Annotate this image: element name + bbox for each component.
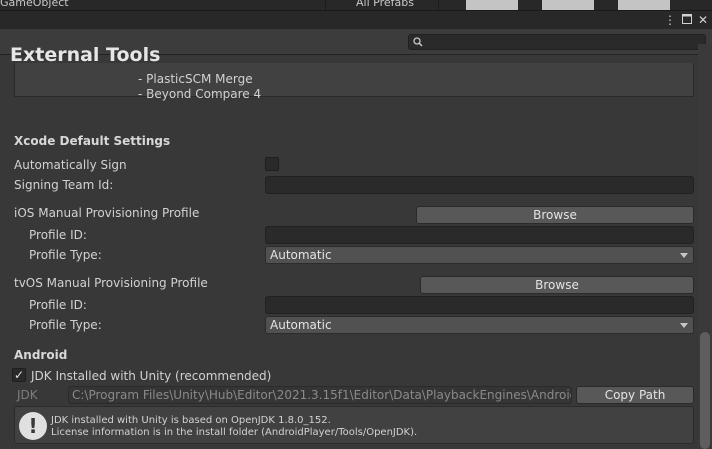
tvos-profile-type-label: Profile Type: [29, 318, 102, 332]
signing-team-field[interactable] [265, 176, 694, 194]
auto-sign-checkbox[interactable] [265, 157, 279, 171]
vertical-scrollbar[interactable] [698, 44, 712, 449]
ios-browse-button[interactable]: Browse [416, 206, 694, 224]
ios-profile-id-field[interactable] [265, 226, 694, 244]
jdk-installed-checkbox[interactable]: ✓ [12, 368, 26, 382]
tvos-profile-id-label: Profile ID: [29, 298, 87, 312]
chevron-down-icon [680, 323, 688, 328]
ios-profile-type-value: Automatic [270, 248, 332, 262]
list-item: - Beyond Compare 4 [138, 87, 262, 101]
chevron-down-icon [680, 253, 688, 258]
background-object-label: GameObject [0, 0, 69, 9]
ios-profile-title: iOS Manual Provisioning Profile [14, 206, 200, 220]
jdk-info-helpbox: ! JDK installed with Unity is based on O… [14, 406, 694, 444]
list-item: - PlasticSCM Merge [138, 72, 253, 86]
tvos-profile-type-dropdown[interactable]: Automatic [265, 316, 694, 334]
ios-profile-id-label: Profile ID: [29, 228, 87, 242]
copy-path-button[interactable]: Copy Path [576, 386, 694, 404]
diff-tools-list: - PlasticSCM Merge - Beyond Compare 4 [14, 63, 694, 101]
background-prefabs-label: All Prefabs [356, 0, 414, 9]
xcode-section-title: Xcode Default Settings [14, 134, 171, 148]
jdk-installed-label: JDK Installed with Unity (recommended) [31, 369, 272, 383]
tvos-profile-id-field[interactable] [265, 296, 694, 314]
help-line-1: JDK installed with Unity is based on Ope… [51, 415, 331, 426]
search-icon [413, 37, 423, 47]
close-icon[interactable]: ✕ [698, 12, 708, 28]
jdk-path-field: C:\Program Files\Unity\Hub\Editor\2021.3… [68, 386, 572, 404]
jdk-label: JDK [17, 388, 38, 402]
signing-team-label: Signing Team Id: [14, 178, 114, 192]
ios-profile-type-dropdown[interactable]: Automatic [265, 246, 694, 264]
ios-profile-type-label: Profile Type: [29, 248, 102, 262]
tvos-browse-button[interactable]: Browse [420, 276, 694, 294]
warning-info-icon: ! [19, 412, 47, 440]
kebab-menu-icon[interactable]: ⋮ [664, 12, 676, 28]
window-titlebar: ⋮ ✕ [0, 11, 712, 29]
scrollbar-thumb[interactable] [700, 332, 710, 449]
tvos-profile-type-value: Automatic [270, 318, 332, 332]
android-section-title: Android [14, 348, 68, 362]
search-input[interactable] [408, 34, 706, 50]
help-line-2: License information is in the install fo… [51, 427, 418, 438]
auto-sign-label: Automatically Sign [14, 158, 127, 172]
tvos-profile-title: tvOS Manual Provisioning Profile [14, 276, 208, 290]
maximize-icon[interactable] [681, 12, 692, 28]
